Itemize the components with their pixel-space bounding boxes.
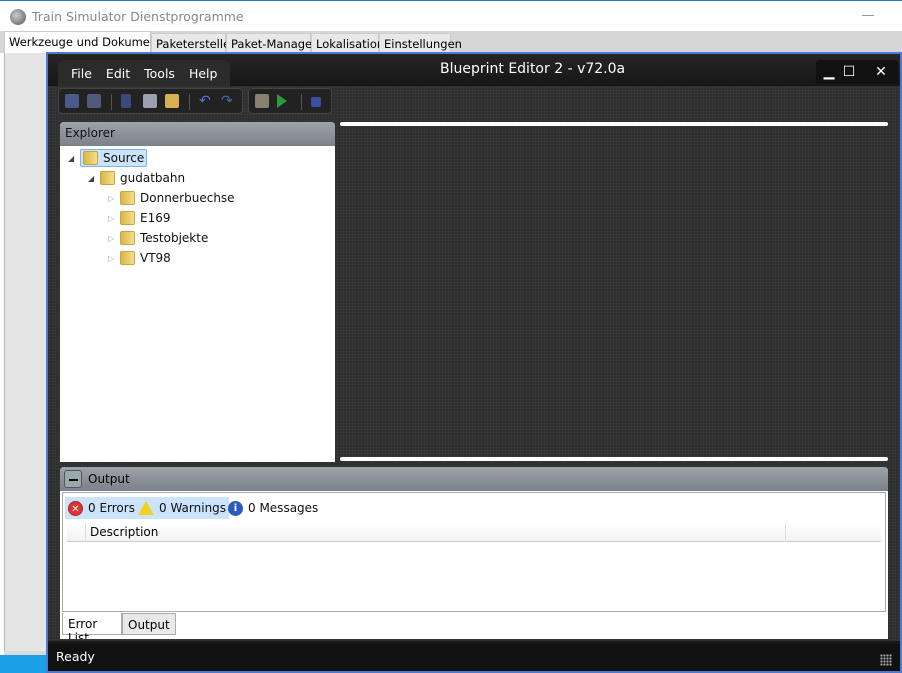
folder-icon (120, 211, 135, 225)
document-area (340, 122, 888, 461)
tab-error-list[interactable]: Error List (62, 613, 122, 639)
folder-icon (120, 251, 135, 265)
minimize-button[interactable] (862, 15, 874, 16)
copy-icon[interactable] (143, 94, 157, 108)
left-pane (4, 53, 46, 651)
paste-icon[interactable] (165, 94, 179, 108)
menu-help[interactable]: Help (182, 60, 225, 86)
errors-count: 0 Errors (88, 501, 135, 515)
status-text: Ready (56, 649, 95, 664)
tree-node-e169[interactable]: ▷ E169 (108, 208, 171, 228)
toolbar-separator (301, 94, 302, 110)
menu-bar: File Edit Tools Help (58, 60, 231, 86)
tab-werkzeuge[interactable]: Werkzeuge und Dokumente (4, 31, 169, 53)
info-icon: i (228, 500, 243, 516)
editor-title: Blueprint Editor 2 - v72.0a (440, 61, 626, 77)
document-top-border (340, 122, 888, 126)
toolbar-separator (111, 94, 112, 110)
tree-node-gudatbahn[interactable]: ◢ gudatbahn (88, 168, 185, 188)
taskbar-strip (0, 655, 46, 673)
window-controls: ▁ ☐ ✕ (816, 60, 898, 84)
collapsed-arrow-icon[interactable]: ▷ (108, 194, 120, 203)
tab-output[interactable]: Output (122, 613, 176, 635)
tree-label: E169 (140, 211, 171, 225)
app-globe-icon (10, 9, 26, 25)
output-panel: Output ✕ 0 Errors 0 Warnings i 0 Messages … (60, 467, 888, 639)
menu-edit[interactable]: Edit (99, 60, 137, 86)
blueprint-editor-window: File Edit Tools Help Blueprint Editor 2 … (46, 52, 902, 673)
toolbar-run-group (248, 88, 332, 114)
run-icon[interactable] (277, 94, 287, 108)
save-all-icon[interactable] (87, 94, 101, 108)
tree-node-vt98[interactable]: ▷ VT98 (108, 248, 171, 268)
warnings-filter[interactable]: 0 Warnings (135, 497, 230, 519)
editor-close-button[interactable]: ✕ (868, 60, 894, 84)
export-icon[interactable] (255, 94, 269, 108)
tab-paketersteller[interactable]: Paketersteller (151, 33, 235, 53)
folder-icon (83, 151, 98, 165)
app-title-bar: Train Simulator Dienstprogramme (0, 1, 902, 31)
tree-label: Donnerbuechse (140, 191, 235, 205)
undo-icon[interactable]: ↶ (199, 94, 213, 108)
explorer-panel: Explorer ◢ Source ◢ gudatbahn ▷ Donnerbue… (60, 122, 335, 462)
tab-lokalisation[interactable]: Lokalisation (311, 33, 384, 53)
resize-grip[interactable] (880, 654, 892, 666)
errors-filter[interactable]: ✕ 0 Errors (65, 497, 138, 519)
status-bar: Ready (48, 644, 900, 671)
output-header: Output (60, 467, 888, 491)
collapsed-arrow-icon[interactable]: ▷ (108, 234, 120, 243)
tree-label: gudatbahn (120, 171, 186, 185)
error-icon: ✕ (68, 500, 83, 516)
tab-paket-manager[interactable]: Paket-Manager (226, 33, 317, 53)
collapsed-arrow-icon[interactable]: ▷ (108, 214, 120, 223)
folder-icon (100, 171, 115, 185)
explorer-header: Explorer (60, 122, 335, 146)
warning-icon (138, 501, 154, 515)
collapse-button[interactable] (64, 470, 82, 488)
cut-icon[interactable] (121, 94, 131, 108)
folder-icon (120, 231, 135, 245)
tree-label: Source (103, 151, 145, 165)
document-bottom-border (340, 457, 888, 461)
collapsed-arrow-icon[interactable]: ▷ (108, 254, 120, 263)
tree-node-testobjekte[interactable]: ▷ Testobjekte (108, 228, 208, 248)
toolbar-edit-group: ↶ ↷ (58, 88, 243, 114)
output-title: Output (88, 472, 130, 486)
save-icon[interactable] (65, 94, 79, 108)
folder-icon (120, 191, 135, 205)
menu-file[interactable]: File (64, 60, 99, 86)
messages-filter[interactable]: i 0 Messages (225, 497, 321, 519)
menu-tools[interactable]: Tools (137, 60, 182, 86)
app-title: Train Simulator Dienstprogramme (32, 9, 244, 24)
description-column[interactable]: Description (85, 523, 162, 542)
tree-label: VT98 (140, 251, 171, 265)
redo-icon[interactable]: ↷ (221, 94, 235, 108)
warnings-count: 0 Warnings (159, 501, 227, 515)
column-header: Description (67, 523, 881, 542)
app-tabs: Werkzeuge und Dokumente Paketersteller P… (0, 31, 902, 53)
expanded-arrow-icon[interactable]: ◢ (88, 174, 100, 183)
expanded-arrow-icon[interactable]: ◢ (68, 154, 80, 163)
tab-einstellungen[interactable]: Einstellungen (379, 33, 462, 53)
messages-count: 0 Messages (248, 501, 319, 515)
tree-node-donnerbuechse[interactable]: ▷ Donnerbuechse (108, 188, 235, 208)
stop-icon[interactable] (311, 97, 321, 107)
tree-node-source[interactable]: ◢ Source (68, 148, 148, 168)
editor-maximize-button[interactable]: ☐ (836, 60, 862, 84)
error-list: ✕ 0 Errors 0 Warnings i 0 Messages Descrip… (62, 492, 886, 612)
toolbar-separator (189, 94, 190, 110)
tree-label: Testobjekte (140, 231, 209, 245)
editor-title-bar: File Edit Tools Help Blueprint Editor 2 … (48, 54, 900, 86)
